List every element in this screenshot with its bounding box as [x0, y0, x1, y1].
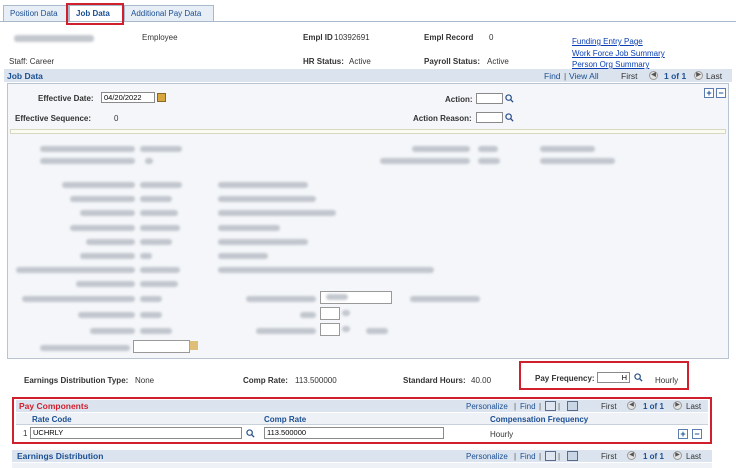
- standard-hours-label: Standard Hours:: [403, 376, 466, 385]
- tab-label: Additional Pay Data: [131, 9, 202, 18]
- action-input[interactable]: [476, 93, 503, 104]
- last-arrow-icon[interactable]: ▶: [673, 401, 682, 411]
- last-label: Last: [706, 71, 723, 81]
- comp-rate-label: Comp Rate:: [243, 376, 288, 385]
- nav-separator: |: [514, 402, 517, 411]
- effective-sequence-value: 0: [114, 114, 119, 123]
- employee-name-redacted: [14, 35, 94, 42]
- info-strip: [10, 129, 726, 134]
- first-label: First: [621, 71, 638, 81]
- calendar-icon[interactable]: [157, 93, 166, 102]
- first-arrow-icon[interactable]: ◀: [627, 401, 636, 411]
- work-force-job-summary-link[interactable]: Work Force Job Summary: [572, 49, 665, 58]
- last-label: Last: [686, 402, 702, 411]
- pay-components-personalize-link[interactable]: Personalize: [466, 402, 508, 411]
- earnings-dist-type-label: Earnings Distribution Type:: [24, 376, 129, 385]
- highlight-pay-frequency: [519, 361, 689, 390]
- job-data-title: Job Data: [7, 71, 43, 81]
- effective-sequence-label: Effective Sequence:: [15, 114, 92, 123]
- nav-separator: |: [539, 452, 542, 461]
- action-reason-lookup-icon[interactable]: [505, 113, 514, 122]
- pay-components-col-header: Rate Code Comp Rate Compensation Frequen…: [16, 413, 708, 425]
- employee-role: Employee: [142, 33, 178, 42]
- download-icon[interactable]: [567, 451, 578, 461]
- view-grid-icon[interactable]: [545, 401, 556, 411]
- hr-status-value: Active: [349, 57, 371, 66]
- last-label: Last: [686, 452, 702, 461]
- row-number: 1: [23, 429, 28, 438]
- nav-separator: |: [558, 402, 561, 411]
- delete-row-icon[interactable]: −: [692, 429, 702, 439]
- col-compensation-frequency: Compensation Frequency: [490, 415, 589, 424]
- job-data-count: 1 of 1: [664, 71, 687, 81]
- empl-id-label: Empl ID: [303, 33, 333, 42]
- staff-type: Staff: Career: [9, 57, 55, 66]
- add-row-icon[interactable]: +: [704, 88, 714, 98]
- add-row-icon[interactable]: +: [678, 429, 688, 439]
- earnings-personalize-link[interactable]: Personalize: [466, 452, 508, 461]
- compensation-frequency-value: Hourly: [490, 430, 514, 439]
- last-arrow-icon[interactable]: ▶: [694, 70, 703, 81]
- earnings-count: 1 of 1: [643, 452, 664, 461]
- comp-rate-value: 113.500000: [295, 376, 337, 385]
- empl-record-value: 0: [489, 33, 494, 42]
- action-label: Action:: [445, 95, 473, 104]
- earnings-dist-type-value: None: [135, 376, 155, 385]
- comp-rate-input[interactable]: 113.500000: [264, 427, 444, 439]
- empl-record-label: Empl Record: [424, 33, 474, 42]
- effective-date-input[interactable]: 04/20/2022: [101, 92, 155, 103]
- tab-label: Position Data: [10, 9, 58, 18]
- table-row: 1 UCHRLY 113.500000 Hourly + −: [16, 425, 708, 441]
- earnings-distribution-header: Earnings Distribution Personalize | Find…: [12, 450, 712, 462]
- empl-id-value: 10392691: [334, 33, 370, 42]
- first-arrow-icon[interactable]: ◀: [627, 451, 636, 461]
- nav-separator: |: [558, 452, 561, 461]
- col-rate-code: Rate Code: [32, 415, 72, 424]
- rate-code-input[interactable]: UCHRLY: [30, 427, 242, 439]
- pay-components-count: 1 of 1: [643, 402, 664, 411]
- pay-components-title: Pay Components: [19, 401, 89, 411]
- rate-code-lookup-icon[interactable]: [246, 429, 255, 438]
- person-org-summary-link[interactable]: Person Org Summary: [572, 60, 649, 69]
- earnings-distribution-title: Earnings Distribution: [17, 451, 104, 461]
- action-reason-label: Action Reason:: [413, 114, 472, 123]
- payroll-status-label: Payroll Status:: [424, 57, 481, 66]
- earnings-find-link[interactable]: Find: [520, 452, 536, 461]
- first-label: First: [601, 402, 617, 411]
- action-lookup-icon[interactable]: [505, 94, 514, 103]
- download-icon[interactable]: [567, 401, 578, 411]
- nav-separator: |: [514, 452, 517, 461]
- job-data-header: Job Data Find | View All First ◀ 1 of 1 …: [4, 69, 732, 82]
- tab-position-data[interactable]: Position Data: [3, 5, 69, 22]
- first-label: First: [601, 452, 617, 461]
- tab-additional-pay-data[interactable]: Additional Pay Data: [124, 5, 214, 22]
- view-grid-icon[interactable]: [545, 451, 556, 461]
- effective-date-label: Effective Date:: [38, 94, 94, 103]
- highlight-job-data-tab: [66, 3, 124, 25]
- action-reason-input[interactable]: [476, 112, 503, 123]
- earnings-distribution-body: [12, 463, 712, 468]
- col-comp-rate: Comp Rate: [264, 415, 307, 424]
- hr-status-label: HR Status:: [303, 57, 344, 66]
- funding-entry-page-link[interactable]: Funding Entry Page: [572, 37, 643, 46]
- nav-separator: |: [564, 71, 567, 81]
- job-data-find-link[interactable]: Find: [544, 71, 561, 81]
- standard-hours-value: 40.00: [471, 376, 492, 385]
- pay-components-find-link[interactable]: Find: [520, 402, 536, 411]
- last-arrow-icon[interactable]: ▶: [673, 451, 682, 461]
- first-arrow-icon[interactable]: ◀: [649, 70, 658, 81]
- payroll-status-value: Active: [487, 57, 509, 66]
- pay-components-header: Pay Components Personalize | Find | | Fi…: [16, 400, 708, 412]
- delete-row-icon[interactable]: −: [716, 88, 726, 98]
- job-data-view-all-link[interactable]: View All: [569, 71, 599, 81]
- nav-separator: |: [539, 402, 542, 411]
